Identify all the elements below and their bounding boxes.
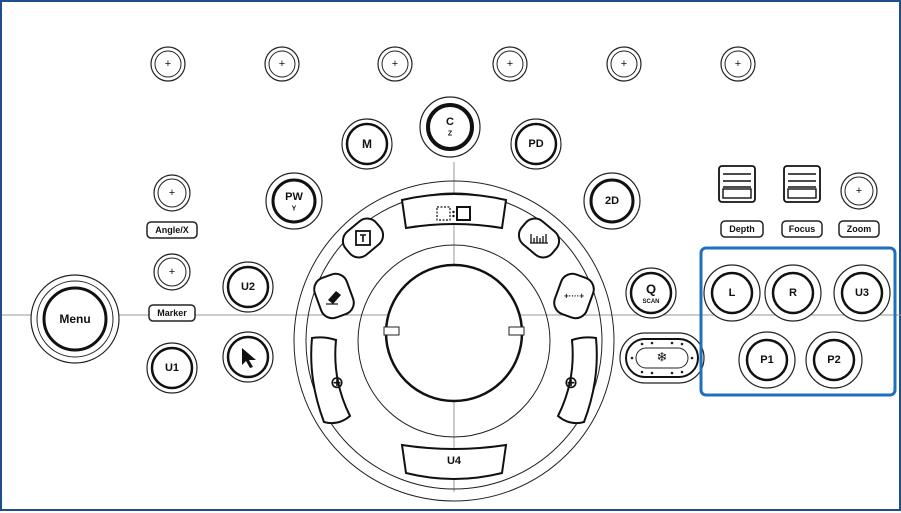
l-label: L — [729, 287, 736, 299]
plus-icon: + — [279, 58, 285, 70]
u3-button[interactable]: U3 — [833, 264, 891, 322]
r-label: R — [789, 287, 797, 299]
q-sub-label: SCAN — [642, 299, 659, 305]
top-knob-2[interactable]: + — [264, 46, 300, 82]
control-panel-diagram: + + + + + + Menu + Angle/X + Marker U1 U… — [0, 0, 901, 511]
plus-icon: + — [169, 266, 175, 278]
right-crosshair-button[interactable]: ⊕ — [556, 336, 598, 425]
u2-label: U2 — [241, 281, 255, 293]
angle-label-tag: Angle/X — [146, 221, 198, 239]
plus-icon: + — [169, 187, 175, 199]
top-knob-4[interactable]: + — [492, 46, 528, 82]
measure-button[interactable] — [514, 214, 564, 263]
top-knob-5[interactable]: + — [606, 46, 642, 82]
plus-icon: + — [507, 58, 513, 70]
p1-button[interactable]: P1 — [738, 331, 796, 389]
pd-button[interactable]: PD — [510, 118, 562, 170]
focus-label: Focus — [789, 224, 816, 234]
2d-button[interactable]: 2D — [583, 172, 641, 230]
erase-button[interactable] — [311, 270, 357, 321]
angle-knob[interactable]: + — [153, 174, 191, 212]
u1-label: U1 — [165, 362, 179, 374]
control-panel-svg: + + + + + + Menu + Angle/X + Marker U1 U… — [2, 46, 901, 502]
c-sub-label: Z — [448, 131, 453, 138]
menu-button[interactable]: Menu — [30, 274, 120, 364]
trackball[interactable] — [383, 263, 525, 403]
crosshair-icon: ⊕ — [330, 373, 344, 393]
zoom-label: Zoom — [847, 224, 872, 234]
top-knob-6[interactable]: + — [720, 46, 756, 82]
pw-label: PW — [285, 191, 303, 203]
p2-label: P2 — [827, 354, 840, 366]
pw-sub-label: Y — [292, 206, 297, 213]
focus-label-tag: Focus — [781, 220, 823, 238]
plus-icon: + — [621, 58, 627, 70]
r-button[interactable]: R — [764, 264, 822, 322]
marker-label: Marker — [157, 308, 187, 318]
pw-button[interactable]: PW Y — [265, 172, 323, 230]
top-knob-3[interactable]: + — [377, 46, 413, 82]
m-button[interactable]: M — [341, 118, 393, 170]
top-knob-1[interactable]: + — [150, 46, 186, 82]
marker-knob[interactable]: + — [153, 253, 191, 291]
annotate-button[interactable] — [338, 214, 388, 263]
u4-button[interactable]: U4 — [400, 443, 508, 480]
cursor-button[interactable] — [222, 331, 274, 383]
2d-label: 2D — [605, 195, 619, 207]
q-label: Q — [646, 282, 656, 297]
left-crosshair-button[interactable]: ⊕ — [310, 336, 352, 425]
depth-label-tag: Depth — [720, 220, 764, 238]
u3-label: U3 — [855, 287, 869, 299]
plus-icon: + — [735, 58, 741, 70]
plus-icon: + — [856, 185, 862, 197]
pd-label: PD — [528, 138, 543, 150]
crosshair-icon: ⊕ — [564, 373, 578, 393]
top-knob-row: + + + + + + — [150, 46, 756, 82]
c-label: C — [446, 116, 454, 128]
zoom-label-tag: Zoom — [838, 220, 880, 238]
freeze-button[interactable]: ❄ — [619, 332, 705, 384]
u2-button[interactable]: U2 — [222, 261, 274, 313]
zoom-knob[interactable]: + — [840, 172, 878, 210]
caliper-button[interactable]: +····+ — [551, 270, 597, 321]
c-button[interactable]: C Z — [419, 96, 481, 158]
plus-icon: + — [392, 58, 398, 70]
marker-label-tag: Marker — [148, 304, 196, 322]
snowflake-icon: ❄ — [657, 351, 668, 366]
focus-slider[interactable] — [783, 165, 821, 203]
depth-slider[interactable] — [718, 165, 756, 203]
depth-label: Depth — [729, 224, 755, 234]
p2-button[interactable]: P2 — [805, 331, 863, 389]
caliper-icon: +····+ — [564, 292, 584, 301]
plus-icon: + — [165, 58, 171, 70]
menu-label: Menu — [59, 312, 90, 326]
p1-label: P1 — [760, 354, 773, 366]
u4-label: U4 — [447, 455, 462, 467]
angle-label: Angle/X — [155, 225, 189, 235]
l-button[interactable]: L — [703, 264, 761, 322]
q-scan-button[interactable]: Q SCAN — [625, 267, 677, 319]
m-label: M — [362, 137, 372, 151]
split-screen-button[interactable] — [400, 193, 508, 230]
u1-button[interactable]: U1 — [146, 342, 198, 394]
